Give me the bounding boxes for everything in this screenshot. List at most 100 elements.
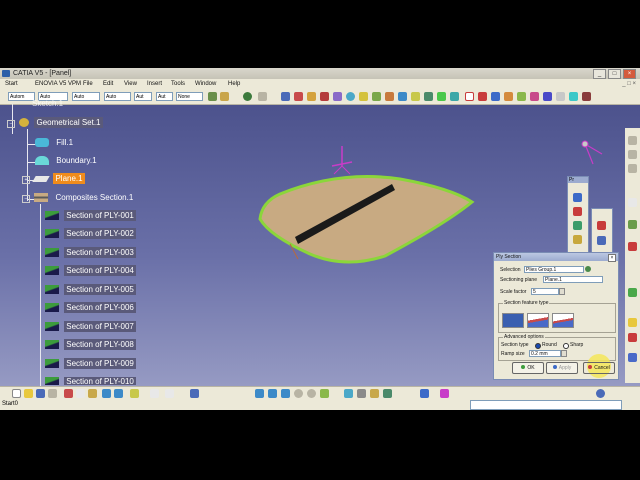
menu-help[interactable]: Help (228, 79, 240, 89)
geometry-icon[interactable] (440, 389, 449, 398)
menu-edit[interactable]: Edit (103, 79, 113, 89)
tree-item-section[interactable]: Section of PLY-004 (45, 265, 136, 276)
line-icon[interactable] (294, 92, 303, 101)
tree-item-geometrical-set[interactable]: − Geometrical Set.1 (7, 117, 103, 128)
tool-icon[interactable] (628, 164, 637, 173)
analysis-icon[interactable] (628, 242, 637, 251)
offset-icon[interactable] (385, 92, 394, 101)
dialog-close-button[interactable]: × (608, 254, 616, 262)
tree-item-section[interactable]: Section of PLY-008 (45, 339, 136, 350)
menu-enovia[interactable]: ENOVIA V5 VPM (35, 79, 81, 89)
thickness-dropdown[interactable]: Aut (134, 92, 152, 101)
tree-item-section[interactable]: Section of PLY-006 (45, 302, 136, 313)
tree-item-section[interactable]: Section of PLY-003 (45, 247, 136, 258)
tool-icon[interactable] (597, 221, 606, 230)
maximize-button[interactable]: □ (608, 69, 621, 79)
ply-icon[interactable] (491, 92, 500, 101)
expand-toggle-icon[interactable]: − (22, 195, 30, 203)
menu-insert[interactable]: Insert (147, 79, 162, 89)
ply-tool-icon[interactable] (573, 207, 582, 216)
whats-this-icon[interactable] (130, 389, 139, 398)
measure-icon[interactable] (258, 92, 267, 101)
ply-tool-icon[interactable] (573, 221, 582, 230)
sectioning-plane-field[interactable]: Plane.1 (543, 276, 603, 283)
laminate-icon[interactable] (504, 92, 513, 101)
hide-show-icon[interactable] (370, 389, 379, 398)
extrude-icon[interactable] (320, 92, 329, 101)
new-icon[interactable] (12, 389, 21, 398)
trim-icon[interactable] (424, 92, 433, 101)
tree-item-composites-section[interactable]: − Composites Section.1 (22, 193, 135, 203)
warning-icon[interactable] (628, 318, 637, 327)
open-icon[interactable] (24, 389, 33, 398)
tree-item-section[interactable]: Section of PLY-001 (45, 210, 136, 221)
layer-name-dropdown[interactable]: None (176, 92, 203, 101)
menu-window[interactable]: Window (195, 79, 216, 89)
tree-item-boundary[interactable]: Boundary.1 (35, 156, 99, 166)
feature-type-stepped-button[interactable] (527, 313, 549, 328)
ply-tools-panel[interactable]: Pr (567, 176, 589, 258)
format-painter-icon[interactable] (208, 92, 217, 101)
stop-icon[interactable] (628, 333, 637, 342)
rotate-icon[interactable] (268, 389, 277, 398)
tree-item-section[interactable]: Section of PLY-009 (45, 358, 136, 369)
scale-factor-field[interactable]: 5 (531, 288, 559, 295)
point-icon[interactable] (281, 92, 290, 101)
drop-off-icon[interactable] (543, 92, 552, 101)
tree-item-sketch[interactable]: Sketch.1 (30, 99, 65, 108)
ok-button[interactable]: OK (512, 362, 544, 374)
save-icon[interactable] (36, 389, 45, 398)
expand-toggle-icon[interactable]: − (7, 120, 15, 128)
move-icon[interactable] (281, 389, 290, 398)
ply-tool-icon[interactable] (573, 193, 582, 202)
extract-icon[interactable] (450, 92, 459, 101)
cancel-button[interactable]: Cancel (583, 362, 615, 374)
swap-space-icon[interactable] (383, 389, 392, 398)
comment-icon[interactable] (165, 389, 174, 398)
render-icon[interactable] (357, 389, 366, 398)
materials-icon[interactable] (582, 92, 591, 101)
views-icon[interactable] (344, 389, 353, 398)
expand-toggle-icon[interactable]: + (22, 176, 30, 184)
grid-icon[interactable] (465, 92, 474, 101)
linetype-dropdown[interactable]: Auto (104, 92, 131, 101)
grid-icon[interactable] (628, 353, 637, 362)
apply-button[interactable]: Apply (546, 362, 578, 374)
tree-item-section[interactable]: Section of PLY-005 (45, 284, 136, 295)
scale-spinner-icon[interactable] (559, 288, 565, 295)
normal-view-icon[interactable] (320, 389, 329, 398)
tree-item-section[interactable]: Section of PLY-002 (45, 228, 136, 239)
menu-file[interactable]: File (83, 79, 93, 89)
analysis-icon[interactable] (628, 220, 637, 229)
formula-icon[interactable] (150, 389, 159, 398)
tree-item-section[interactable]: Section of PLY-010 (45, 377, 136, 385)
plane-icon[interactable] (307, 92, 316, 101)
transparency-dropdown[interactable]: Auto (72, 92, 100, 101)
selection-field[interactable]: Plies Group.1 (524, 266, 584, 273)
cursor-icon[interactable] (628, 198, 637, 207)
tree-item-section[interactable]: Section of PLY-007 (45, 321, 136, 332)
minimize-button[interactable]: _ (593, 69, 606, 79)
composite-plate[interactable] (258, 175, 475, 264)
revolve-icon[interactable] (333, 92, 342, 101)
boundary-icon[interactable] (437, 92, 446, 101)
compass-icon[interactable] (331, 146, 353, 175)
split-icon[interactable] (411, 92, 420, 101)
xml-icon[interactable] (628, 288, 637, 297)
ply-tool-icon[interactable] (573, 235, 582, 244)
refresh-icon[interactable] (243, 92, 252, 101)
ramp-size-field[interactable]: 0.2 mm (529, 350, 561, 357)
tool-icon[interactable] (597, 236, 606, 245)
paste-icon[interactable] (88, 389, 97, 398)
section-icon[interactable] (556, 92, 565, 101)
tree-item-fill[interactable]: Fill.1 (35, 138, 75, 148)
fill-icon[interactable] (359, 92, 368, 101)
cut-icon[interactable] (64, 389, 73, 398)
pan-icon[interactable] (255, 389, 264, 398)
zoom-in-icon[interactable] (294, 389, 303, 398)
round-radio[interactable] (535, 343, 541, 349)
copy-icon[interactable] (76, 389, 85, 398)
tool-icon[interactable] (628, 150, 637, 159)
stack-icon[interactable] (478, 92, 487, 101)
print-icon[interactable] (48, 389, 57, 398)
